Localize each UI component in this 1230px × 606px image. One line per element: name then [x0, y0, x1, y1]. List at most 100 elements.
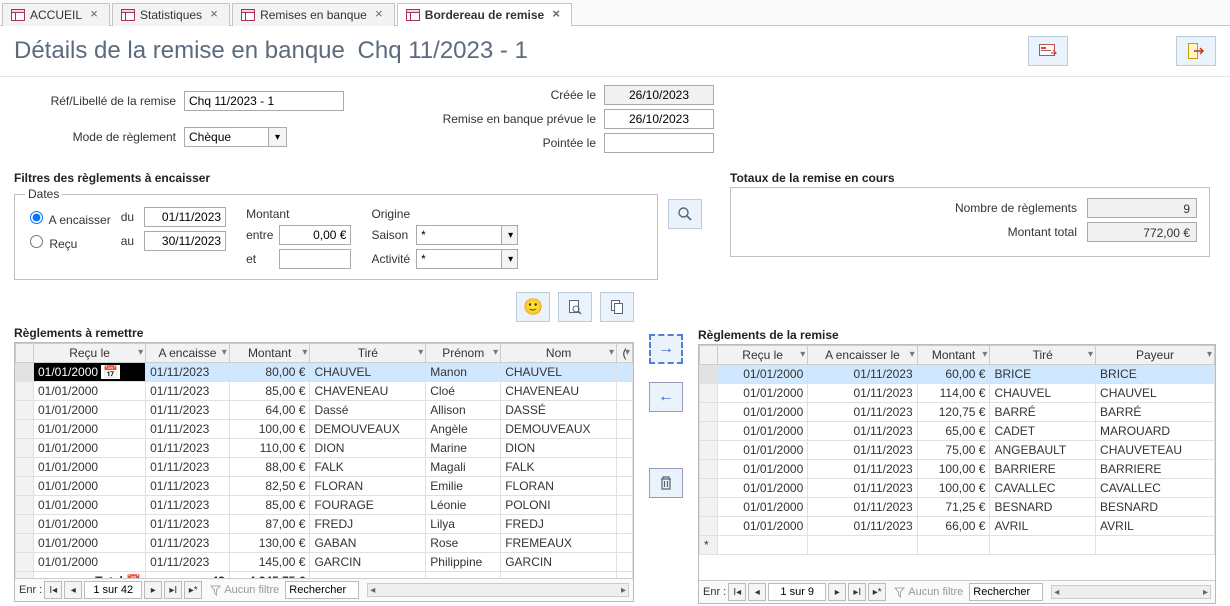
calendar-icon[interactable]: 📅 [101, 365, 120, 379]
table-row[interactable]: 01/01/200001/11/202387,00 €FREDJLilyaFRE… [16, 515, 633, 534]
nav-new-icon[interactable]: ▸* [868, 583, 886, 601]
nav-prev-icon[interactable]: ◂ [64, 581, 82, 599]
nav-position[interactable] [84, 581, 142, 599]
right-grid[interactable]: Reçu le▾A encaisser le▾Montant▾Tiré▾Paye… [698, 344, 1216, 604]
close-icon[interactable]: × [207, 8, 221, 22]
table-row[interactable]: 01/01/200001/11/2023120,75 €BARRÉBARRÉ [700, 403, 1215, 422]
prevue-input[interactable] [604, 109, 714, 129]
nav-first-icon[interactable]: I◂ [728, 583, 746, 601]
col-header[interactable]: A encaisser le▾ [808, 346, 917, 365]
col-header[interactable]: Payeur▾ [1096, 346, 1215, 365]
nav-position[interactable] [768, 583, 826, 601]
new-row[interactable]: * [700, 536, 1215, 555]
table-row[interactable]: 01/01/200001/11/202366,00 €AVRILAVRIL [700, 517, 1215, 536]
chevron-down-icon[interactable]: ▾ [910, 349, 915, 360]
move-right-button[interactable]: → [649, 334, 683, 364]
date-du-input[interactable] [144, 207, 226, 227]
chevron-down-icon[interactable]: ▾ [625, 347, 630, 358]
chevron-down-icon[interactable]: ▾ [1207, 349, 1212, 360]
nav-last-icon[interactable]: ▸I [164, 581, 182, 599]
col-header[interactable]: Tiré▾ [310, 344, 426, 363]
form-icon [241, 9, 255, 21]
chevron-down-icon[interactable]: ▾ [493, 347, 498, 358]
table-row[interactable]: 01/01/200001/11/202388,00 €FALKMagaliFAL… [16, 458, 633, 477]
origine-saison-dd[interactable]: ▾ [502, 225, 518, 245]
chevron-down-icon[interactable]: ▾ [138, 347, 143, 358]
col-header[interactable]: Tiré▾ [990, 346, 1096, 365]
tab[interactable]: ACCUEIL× [2, 3, 110, 26]
table-row[interactable]: 01/01/2000 📅01/11/202380,00 €CHAUVELMano… [16, 363, 633, 382]
origine-activite-dd[interactable]: ▾ [502, 249, 518, 269]
radio-a-encaisser[interactable]: A encaisser [25, 208, 111, 227]
col-header[interactable]: A encaisse▾ [146, 344, 230, 363]
radio-recu[interactable]: Reçu [25, 232, 111, 251]
close-icon[interactable]: × [372, 8, 386, 22]
table-row[interactable]: 01/01/200001/11/202364,00 €DasséAllisonD… [16, 401, 633, 420]
col-header[interactable]: Montant▾ [917, 346, 990, 365]
delete-button[interactable] [649, 468, 683, 498]
card-link-button[interactable] [1028, 36, 1068, 66]
table-row[interactable]: 01/01/200001/11/202365,00 €CADETMAROUARD [700, 422, 1215, 441]
chevron-down-icon[interactable]: ▾ [222, 347, 227, 358]
date-au-input[interactable] [144, 231, 226, 251]
left-grid[interactable]: Reçu le▾A encaisse▾Montant▾Tiré▾Prénom▾N… [14, 342, 634, 602]
table-row[interactable]: 01/01/200001/11/2023130,00 €GABANRoseFRE… [16, 534, 633, 553]
chevron-down-icon[interactable]: ▾ [982, 349, 987, 360]
nav-search[interactable] [969, 583, 1043, 601]
montant-entre-input[interactable] [279, 225, 351, 245]
preview-button[interactable] [558, 292, 592, 322]
col-header[interactable]: Montant▾ [229, 344, 310, 363]
montant-et-input[interactable] [279, 249, 351, 269]
copy-button[interactable] [600, 292, 634, 322]
chevron-down-icon[interactable]: ▾ [1088, 349, 1093, 360]
table-row[interactable]: 01/01/200001/11/202385,00 €FOURAGELéonie… [16, 496, 633, 515]
ref-input[interactable] [184, 91, 344, 111]
search-button[interactable] [668, 199, 702, 229]
table-row[interactable]: 01/01/200001/11/202385,00 €CHAVENEAUCloé… [16, 382, 633, 401]
col-header[interactable]: Reçu le▾ [34, 344, 146, 363]
tab[interactable]: Bordereau de remise× [397, 3, 572, 26]
close-icon[interactable]: × [549, 8, 563, 22]
table-row[interactable]: 01/01/200001/11/2023145,00 €GARCINPhilip… [16, 553, 633, 572]
table-row[interactable]: 01/01/200001/11/2023100,00 €CAVALLECCAVA… [700, 479, 1215, 498]
col-header[interactable]: Nom▾ [501, 344, 617, 363]
hscroll[interactable]: ◂▸ [367, 583, 629, 597]
table-row[interactable]: 01/01/200001/11/202375,00 €ANGEBAULTCHAU… [700, 441, 1215, 460]
right-heading: Règlements de la remise [698, 328, 1216, 342]
chevron-down-icon[interactable]: ▾ [302, 347, 307, 358]
table-row[interactable]: 01/01/200001/11/2023100,00 €DEMOUVEAUXAn… [16, 420, 633, 439]
nav-next-icon[interactable]: ▸ [144, 581, 162, 599]
table-row[interactable]: 01/01/200001/11/2023110,00 €DIONMarineDI… [16, 439, 633, 458]
arrow-left-icon: ← [658, 388, 674, 406]
col-header[interactable]: (▾ [617, 344, 633, 363]
nav-next-icon[interactable]: ▸ [828, 583, 846, 601]
mode-dropdown-button[interactable]: ▾ [269, 127, 287, 147]
table-row[interactable]: 01/01/200001/11/202382,50 €FLORANEmilieF… [16, 477, 633, 496]
move-left-button[interactable]: ← [649, 382, 683, 412]
nav-new-icon[interactable]: ▸* [184, 581, 202, 599]
chevron-down-icon[interactable]: ▾ [800, 349, 805, 360]
exit-button[interactable] [1176, 36, 1216, 66]
pointee-input[interactable] [604, 133, 714, 153]
origine-saison-input[interactable] [416, 225, 502, 245]
origine-activite-input[interactable] [416, 249, 502, 269]
hscroll[interactable]: ◂▸ [1051, 585, 1211, 599]
table-row[interactable]: 01/01/200001/11/202360,00 €BRICEBRICE [700, 365, 1215, 384]
chevron-down-icon[interactable]: ▾ [418, 347, 423, 358]
smiley-button[interactable]: 🙂 [516, 292, 550, 322]
nav-first-icon[interactable]: I◂ [44, 581, 62, 599]
nav-search[interactable] [285, 581, 359, 599]
col-header[interactable]: Prénom▾ [426, 344, 501, 363]
table-row[interactable]: 01/01/200001/11/2023100,00 €BARRIEREBARR… [700, 460, 1215, 479]
form-icon [11, 9, 25, 21]
nav-prev-icon[interactable]: ◂ [748, 583, 766, 601]
table-row[interactable]: 01/01/200001/11/202371,25 €BESNARDBESNAR… [700, 498, 1215, 517]
col-header[interactable]: Reçu le▾ [718, 346, 808, 365]
chevron-down-icon[interactable]: ▾ [609, 347, 614, 358]
tab[interactable]: Statistiques× [112, 3, 230, 26]
mode-input[interactable] [184, 127, 269, 147]
close-icon[interactable]: × [87, 8, 101, 22]
table-row[interactable]: 01/01/200001/11/2023114,00 €CHAUVELCHAUV… [700, 384, 1215, 403]
tab[interactable]: Remises en banque× [232, 3, 395, 26]
nav-last-icon[interactable]: ▸I [848, 583, 866, 601]
